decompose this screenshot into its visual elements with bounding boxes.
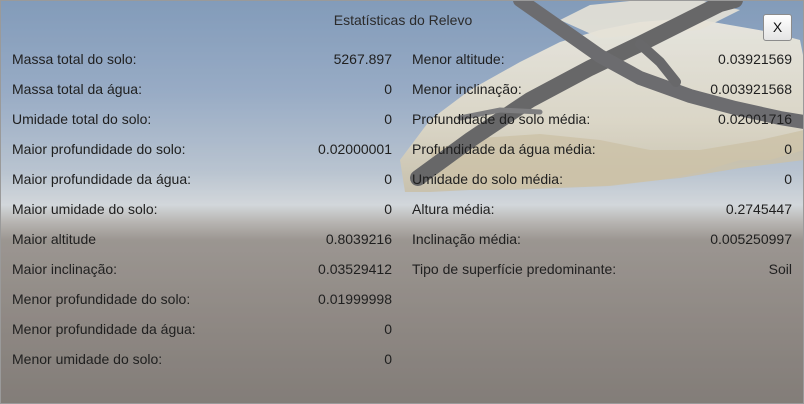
stat-value: 0.01999998 [318, 291, 392, 307]
stat-value: 0 [784, 141, 792, 157]
stat-row: Maior altitude 0.8039216 [12, 224, 392, 254]
close-button[interactable]: X [763, 14, 792, 41]
stat-label: Menor altitude: [412, 51, 505, 67]
stat-row: Menor altitude: 0.03921569 [412, 44, 792, 74]
stat-label: Maior altitude [12, 231, 97, 247]
stat-label: Umidade total do solo: [12, 111, 152, 127]
terrain-stats-panel: Estatísticas do Relevo X Massa total do … [0, 0, 804, 404]
stat-label: Massa total da água: [12, 81, 142, 97]
stat-row: Tipo de superfície predominante: Soil [412, 254, 792, 284]
stat-row: Umidade do solo média: 0 [412, 164, 792, 194]
stat-label: Inclinação média: [412, 231, 521, 247]
stat-value: 0.03921569 [718, 51, 792, 67]
stat-value: 0.03529412 [318, 261, 392, 277]
stat-label: Altura média: [412, 201, 495, 217]
stat-value: 0 [384, 81, 392, 97]
stat-value: 0.003921568 [710, 81, 792, 97]
stat-row: Profundidade da água média: 0 [412, 134, 792, 164]
stat-row: Menor inclinação: 0.003921568 [412, 74, 792, 104]
stat-row: Umidade total do solo: 0 [12, 104, 392, 134]
stat-value: Soil [768, 261, 792, 277]
stat-row: Inclinação média: 0.005250997 [412, 224, 792, 254]
right-stats-column: Menor altitude: 0.03921569 Menor inclinaç… [412, 44, 792, 284]
stat-label: Menor profundidade do solo: [12, 291, 191, 307]
stat-value: 0.02000001 [318, 141, 392, 157]
stat-row: Maior umidade do solo: 0 [12, 194, 392, 224]
stat-value: 0.8039216 [325, 231, 392, 247]
stat-label: Menor umidade do solo: [12, 351, 163, 367]
stat-row: Profundidade do solo média: 0.02001716 [412, 104, 792, 134]
stat-row: Menor umidade do solo: 0 [12, 344, 392, 374]
stat-label: Tipo de superfície predominante: [412, 261, 617, 277]
stat-label: Maior umidade do solo: [12, 201, 158, 217]
stat-label: Massa total do solo: [12, 51, 137, 67]
stat-value: 0 [384, 201, 392, 217]
stat-label: Maior inclinação: [12, 261, 118, 277]
stat-value: 0.2745447 [725, 201, 792, 217]
stat-row: Menor profundidade da água: 0 [12, 314, 392, 344]
stat-value: 0 [384, 321, 392, 337]
stat-value: 0 [384, 351, 392, 367]
stat-row: Massa total da água: 0 [12, 74, 392, 104]
stat-row: Maior profundidade do solo: 0.02000001 [12, 134, 392, 164]
stat-value: 0.02001716 [718, 111, 792, 127]
stat-row: Maior inclinação: 0.03529412 [12, 254, 392, 284]
stat-row: Altura média: 0.2745447 [412, 194, 792, 224]
stat-value: 0 [384, 111, 392, 127]
stat-label: Menor inclinação: [412, 81, 522, 97]
stat-value: 0.005250997 [710, 231, 792, 247]
panel-title: Estatísticas do Relevo [333, 12, 473, 28]
left-stats-column: Massa total do solo: 5267.897 Massa total… [12, 44, 392, 374]
stat-label: Umidade do solo média: [412, 171, 563, 187]
stat-label: Maior profundidade da água: [12, 171, 192, 187]
stat-label: Profundidade da água média: [412, 141, 596, 157]
stat-row: Menor profundidade do solo: 0.01999998 [12, 284, 392, 314]
stat-row: Massa total do solo: 5267.897 [12, 44, 392, 74]
stat-value: 0 [784, 171, 792, 187]
stat-value: 0 [384, 171, 392, 187]
stat-row: Maior profundidade da água: 0 [12, 164, 392, 194]
stat-label: Maior profundidade do solo: [12, 141, 186, 157]
stat-value: 5267.897 [333, 51, 392, 67]
stat-label: Menor profundidade da água: [12, 321, 196, 337]
stat-label: Profundidade do solo média: [412, 111, 591, 127]
